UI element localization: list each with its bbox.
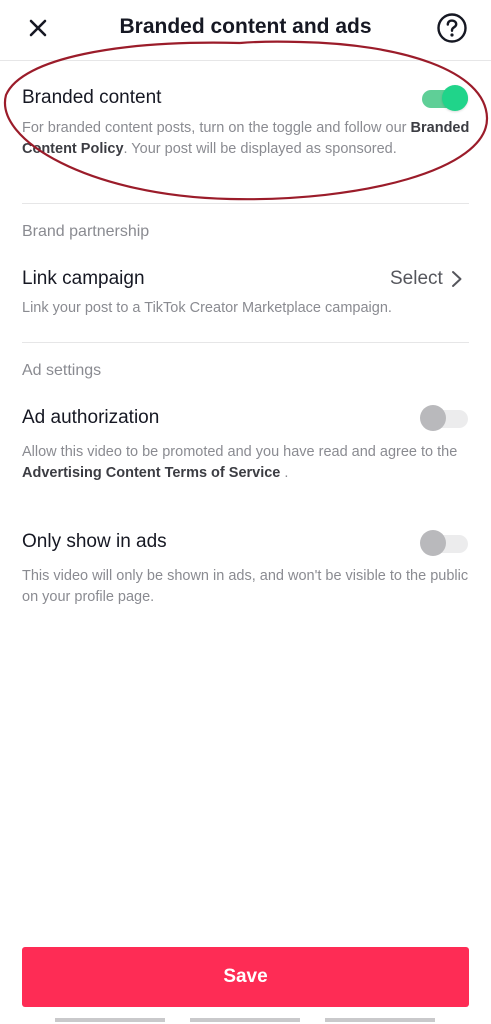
toggle-knob bbox=[420, 530, 446, 556]
ad-authorization-desc-prefix: Allow this video to be promoted and you … bbox=[22, 444, 458, 460]
ad-authorization-desc-suffix: . bbox=[280, 465, 289, 481]
toggle-knob bbox=[442, 85, 468, 111]
help-circle-icon bbox=[437, 13, 467, 43]
only-show-in-ads-toggle[interactable] bbox=[420, 530, 468, 556]
ad-settings-section-label: Ad settings bbox=[22, 362, 102, 379]
top-bar: Branded content and ads bbox=[0, 0, 491, 56]
section-divider bbox=[22, 342, 469, 343]
branded-content-description: For branded content posts, turn on the t… bbox=[22, 118, 472, 160]
section-divider bbox=[22, 203, 469, 204]
nav-indicator bbox=[325, 1018, 435, 1022]
nav-indicator bbox=[55, 1018, 165, 1022]
help-button[interactable] bbox=[436, 12, 468, 44]
ad-authorization-toggle[interactable] bbox=[420, 405, 468, 431]
chevron-right-icon bbox=[451, 269, 465, 289]
only-show-in-ads-title: Only show in ads bbox=[22, 531, 167, 552]
nav-indicator bbox=[190, 1018, 300, 1022]
branded-content-toggle[interactable] bbox=[420, 85, 468, 111]
toggle-knob bbox=[420, 405, 446, 431]
link-campaign-select[interactable]: Select bbox=[390, 266, 465, 292]
advertising-terms-link[interactable]: Advertising Content Terms of Service bbox=[22, 465, 280, 481]
link-campaign-description: Link your post to a TikTok Creator Marke… bbox=[22, 300, 392, 316]
link-campaign-title[interactable]: Link campaign bbox=[22, 267, 145, 291]
branded-content-desc-suffix: . Your post will be displayed as sponsor… bbox=[123, 141, 397, 157]
only-show-in-ads-description: This video will only be shown in ads, an… bbox=[22, 568, 469, 605]
ad-authorization-title: Ad authorization bbox=[22, 407, 160, 428]
brand-partnership-section-label: Brand partnership bbox=[22, 223, 150, 240]
branded-content-desc-prefix: For branded content posts, turn on the t… bbox=[22, 120, 411, 136]
branded-content-title: Branded content bbox=[22, 87, 162, 108]
select-label: Select bbox=[390, 268, 443, 289]
ad-authorization-description: Allow this video to be promoted and you … bbox=[22, 442, 472, 484]
header-divider bbox=[0, 60, 491, 61]
page-title: Branded content and ads bbox=[119, 15, 372, 38]
save-button[interactable]: Save bbox=[22, 947, 469, 1007]
